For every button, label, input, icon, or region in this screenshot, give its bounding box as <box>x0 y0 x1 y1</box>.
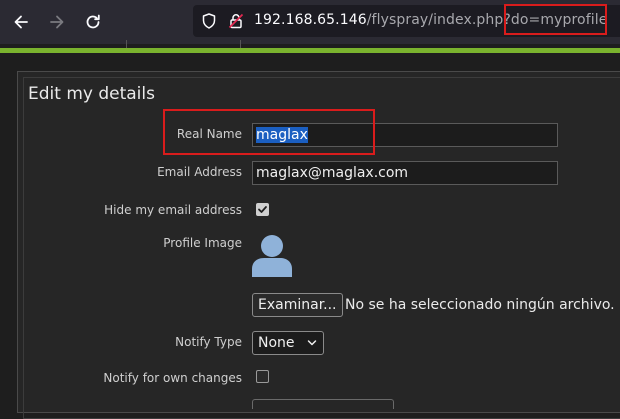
insecure-lock-icon[interactable] <box>227 12 245 30</box>
no-file-selected-text: No se ha seleccionado ningún archivo. <box>345 297 615 313</box>
notify-own-label: Notify for own changes <box>103 371 242 385</box>
notify-type-value: None <box>258 335 295 351</box>
back-arrow-icon <box>14 15 28 29</box>
default-avatar-icon <box>252 235 292 277</box>
profile-image-label: Profile Image <box>163 236 242 250</box>
email-value: maglax@maglax.com <box>256 165 409 181</box>
forward-button[interactable] <box>44 9 70 35</box>
notify-own-checkbox[interactable] <box>256 370 269 383</box>
browse-file-button[interactable]: Examinar... <box>252 293 343 317</box>
hide-email-checkbox[interactable] <box>256 203 269 216</box>
chevron-down-icon <box>307 340 317 346</box>
email-input[interactable]: maglax@maglax.com <box>252 161 558 185</box>
url-host: 192.168.65.146 <box>254 12 367 28</box>
shield-icon[interactable] <box>200 12 218 30</box>
notify-type-label: Notify Type <box>175 335 242 349</box>
real-name-highlight <box>163 109 375 155</box>
reload-button[interactable] <box>80 9 106 35</box>
notify-type-select[interactable]: None <box>252 331 324 355</box>
reload-icon <box>86 14 100 29</box>
email-label: Email Address <box>157 165 242 179</box>
tab-divider <box>126 40 127 48</box>
page-title: Edit my details <box>28 84 155 104</box>
tab-divider <box>240 40 241 48</box>
url-query-highlight <box>504 4 607 35</box>
hide-email-label: Hide my email address <box>104 203 242 217</box>
forward-arrow-icon <box>50 15 64 29</box>
browser-toolbar: 192.168.65.146/flyspray/index.php?do=myp… <box>0 0 620 44</box>
checkmark-icon <box>258 206 267 213</box>
next-field-partial[interactable] <box>252 399 394 409</box>
back-button[interactable] <box>8 9 34 35</box>
url-path: /flyspray/index.php? <box>366 12 511 28</box>
